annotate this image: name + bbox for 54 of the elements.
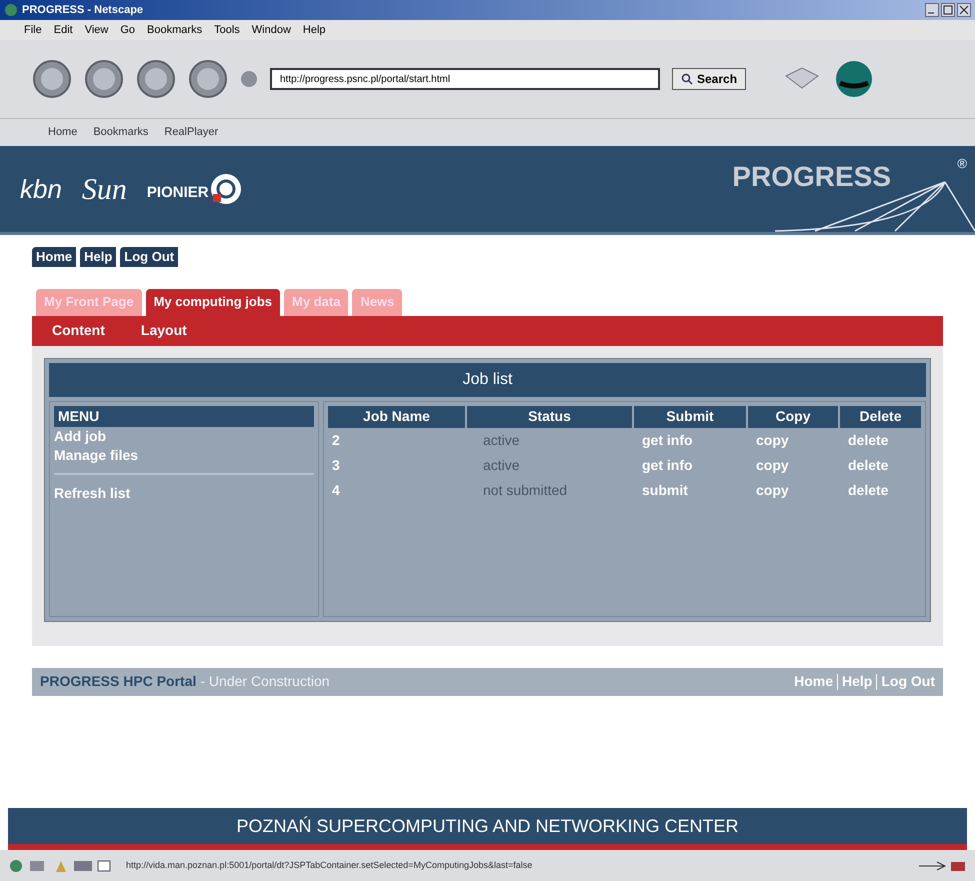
bookmark-link[interactable]: Bookmarks (93, 124, 148, 141)
job-name-cell-text: 3 (331, 456, 341, 474)
column-header: Job Name (328, 406, 465, 428)
column-header: Delete (840, 406, 921, 428)
top-link[interactable]: Log Out (120, 247, 178, 266)
address-value: http://progress.psnc.pl/portal/start.html (280, 72, 450, 86)
connection-icon (917, 858, 967, 872)
subtab-link[interactable]: Content (52, 320, 105, 341)
circle-icon[interactable] (240, 70, 258, 88)
stop-button[interactable] (188, 59, 228, 99)
subtab-link[interactable]: Layout (140, 320, 187, 341)
logo-text: PIONIER (146, 182, 209, 203)
tab[interactable]: My computing jobs (146, 288, 280, 316)
search-button[interactable]: Search (672, 68, 746, 90)
column-header: Status (467, 406, 632, 428)
minimize-icon[interactable] (925, 3, 939, 17)
column-header: Copy (748, 406, 838, 428)
status-url: http://vida.man.poznan.pl:5001/portal/dt?JSPTabContainer.setSelected=MyComputingJobs&last=false (126, 858, 532, 872)
forward-button[interactable] (84, 59, 124, 99)
logo-text: Sun (82, 172, 127, 208)
top-link[interactable]: Help (80, 247, 116, 266)
menu-title: MENU (54, 406, 314, 426)
menu-item[interactable]: Go (120, 22, 136, 38)
menu-item[interactable]: Bookmarks (147, 22, 202, 38)
status-cell-text: not submitted (482, 480, 568, 500)
back-button[interactable] (32, 59, 72, 99)
menu-item[interactable]: View (84, 22, 108, 38)
menu-item[interactable]: File (24, 22, 42, 38)
organization-name: POZNAŃ SUPERCOMPUTING AND NETWORKING CENTER (236, 814, 739, 838)
status-cell-text: active (482, 456, 521, 474)
logo-text: kbn (20, 172, 62, 206)
search-icon (681, 73, 693, 85)
maximize-icon[interactable] (941, 3, 955, 17)
bookmark-link[interactable]: Home (48, 124, 78, 141)
up-button[interactable] (136, 59, 176, 99)
column-header: Submit (634, 406, 746, 428)
bookmark-link[interactable]: RealPlayer (164, 124, 218, 141)
target-icon (208, 172, 243, 206)
status-cell-text: active (482, 430, 521, 450)
window-title: PROGRESS - Netscape (22, 2, 144, 18)
top-link[interactable]: Home (32, 247, 76, 266)
close-icon[interactable] (957, 3, 971, 17)
brand-logo: PROGRESS (732, 160, 891, 194)
footer-note: - Under Construction (200, 672, 330, 691)
job-name-cell-text: 2 (331, 430, 341, 450)
registered-mark: ® (957, 155, 967, 173)
menu-item[interactable]: Tools (214, 22, 240, 38)
footer-title: PROGRESS HPC Portal (40, 672, 196, 691)
address-field[interactable]: http://progress.psnc.pl/portal/start.html (270, 68, 660, 90)
menu-item[interactable]: Window (252, 22, 291, 38)
menu-item[interactable]: Help (302, 22, 326, 38)
job-name-cell-text: 4 (331, 480, 341, 500)
menu-item[interactable]: Edit (54, 22, 73, 38)
panel-title: Job list (49, 362, 926, 396)
